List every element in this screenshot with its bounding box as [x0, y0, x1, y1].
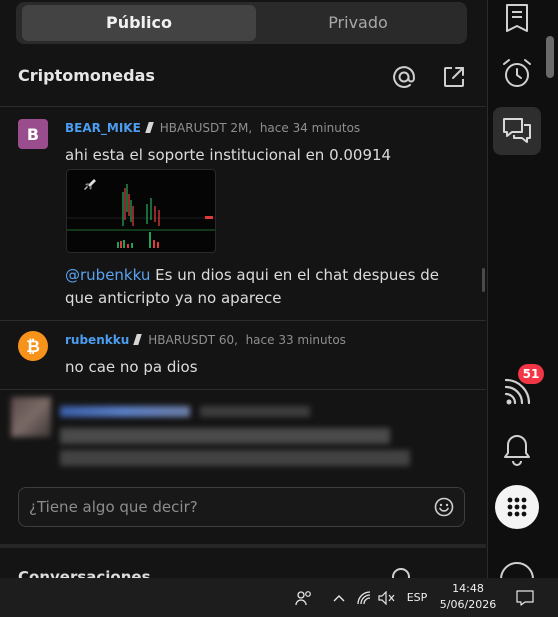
message-composer	[18, 487, 465, 527]
bell-icon[interactable]	[493, 425, 541, 473]
message-meta: rubenkku HBARUSDT 60, hace 33 minutos	[65, 333, 346, 347]
divider	[0, 389, 486, 390]
people-icon[interactable]	[292, 578, 316, 617]
pro-badge-icon	[144, 122, 154, 133]
conversations-title: Conversaciones	[18, 568, 151, 578]
symbol-info[interactable]: HBARUSDT 60,	[148, 333, 238, 347]
wifi-icon[interactable]	[354, 578, 376, 617]
username-link[interactable]: BEAR_MIKE	[65, 121, 141, 135]
toolbar-scrollbar[interactable]	[546, 36, 554, 78]
avatar[interactable]: B	[18, 119, 48, 149]
notification-badge: 51	[518, 364, 544, 384]
timestamp: hace 34 minutos	[259, 121, 361, 135]
message-text: no cae no pa dios	[65, 358, 198, 376]
rocket-icon	[84, 179, 96, 190]
alarm-clock-icon[interactable]	[493, 49, 541, 97]
message-text: ahi esta el soporte institucional en 0.0…	[65, 146, 392, 164]
divider	[0, 106, 486, 107]
tab-public[interactable]: Público	[22, 5, 256, 41]
signal-feed-icon[interactable]: 51	[493, 364, 544, 416]
message-meta: BEAR_MIKE HBARUSDT 2M, hace 34 minutos	[65, 121, 360, 135]
mention-icon[interactable]	[390, 63, 418, 91]
chat-panel: Público Privado Criptomonedas B BEAR_MIK…	[0, 0, 486, 578]
username-link[interactable]: rubenkku	[65, 333, 129, 347]
os-taskbar: ESP 14:48 5/06/2026	[0, 578, 558, 617]
visibility-toggle: Público Privado	[16, 2, 467, 44]
section-separator	[0, 544, 486, 548]
bitcoin-icon[interactable]: ₿	[18, 331, 48, 361]
chevron-up-icon[interactable]	[330, 578, 348, 617]
tab-private[interactable]: Privado	[256, 5, 460, 41]
message-text: @rubenkku Es un dios aqui en el chat des…	[65, 266, 439, 284]
apps-grid-icon[interactable]	[493, 483, 541, 531]
right-toolbar: 51	[487, 0, 558, 596]
timestamp: hace 33 minutos	[245, 333, 346, 347]
chart-snapshot-thumbnail[interactable]	[66, 169, 216, 253]
notes-icon[interactable]	[493, 0, 541, 42]
speaker-muted-icon[interactable]	[376, 578, 398, 617]
emoji-icon[interactable]	[434, 497, 454, 517]
app-window: Público Privado Criptomonedas B BEAR_MIK…	[0, 0, 558, 617]
chat-scrollbar[interactable]	[482, 268, 485, 292]
user-mention[interactable]: @rubenkku	[65, 266, 150, 284]
chat-icon[interactable]	[493, 107, 541, 155]
message-text: que anticripto ya no aparece	[65, 289, 282, 307]
action-center-icon[interactable]	[512, 578, 538, 617]
svg-text:₿: ₿	[26, 337, 40, 357]
open-external-icon[interactable]	[440, 63, 468, 91]
room-title: Criptomonedas	[18, 66, 155, 85]
search-icon[interactable]	[392, 568, 410, 578]
language-indicator[interactable]: ESP	[402, 578, 432, 617]
system-clock[interactable]: 14:48 5/06/2026	[434, 581, 502, 613]
pro-badge-icon	[133, 334, 143, 345]
message-input[interactable]	[29, 488, 429, 526]
symbol-info[interactable]: HBARUSDT 2M,	[160, 121, 252, 135]
divider	[0, 320, 486, 321]
